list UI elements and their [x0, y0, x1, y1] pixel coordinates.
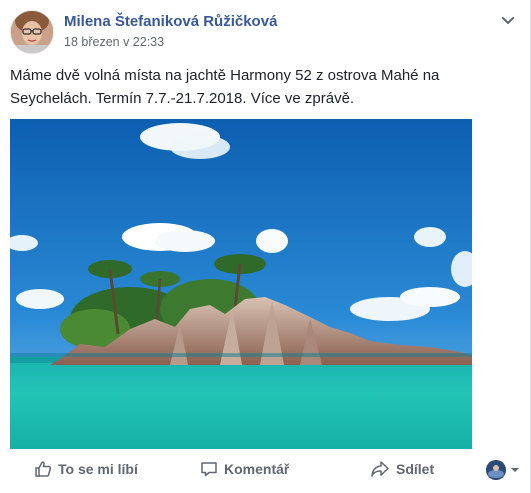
- chevron-down-icon[interactable]: [500, 12, 516, 28]
- author-avatar[interactable]: [10, 10, 54, 54]
- comment-button[interactable]: Komentář: [200, 460, 289, 478]
- avatar-dropdown-icon: [486, 460, 506, 480]
- speech-bubble-icon: [201, 462, 217, 477]
- post-timestamp[interactable]: 18 březen v 22:33: [64, 34, 277, 50]
- author-name[interactable]: Milena Štefaniková Růžičková: [64, 13, 277, 31]
- post-actions-bar: To se mi líbí Komentář Sdílet: [0, 452, 530, 488]
- share-button[interactable]: Sdílet: [370, 460, 434, 478]
- comment-label: Komentář: [224, 461, 290, 477]
- like-label: To se mi líbí: [58, 461, 138, 477]
- avatar-dropdown-button[interactable]: [486, 460, 520, 480]
- like-button[interactable]: To se mi líbí: [34, 460, 138, 478]
- post-header: Milena Štefaniková Růžičková 18 březen v…: [10, 10, 277, 56]
- share-label: Sdílet: [396, 461, 435, 477]
- share-arrow-icon: [371, 461, 389, 477]
- post-meta: Milena Štefaniková Růžičková 18 březen v…: [64, 13, 277, 50]
- thumbs-up-icon: [35, 461, 52, 477]
- post-text: Máme dvě volná místa na jachtě Harmony 5…: [10, 67, 440, 107]
- post-photo[interactable]: [10, 119, 472, 449]
- chevron-down-icon: [511, 468, 519, 472]
- post-card: Milena Štefaniková Růžičková 18 březen v…: [0, 0, 531, 493]
